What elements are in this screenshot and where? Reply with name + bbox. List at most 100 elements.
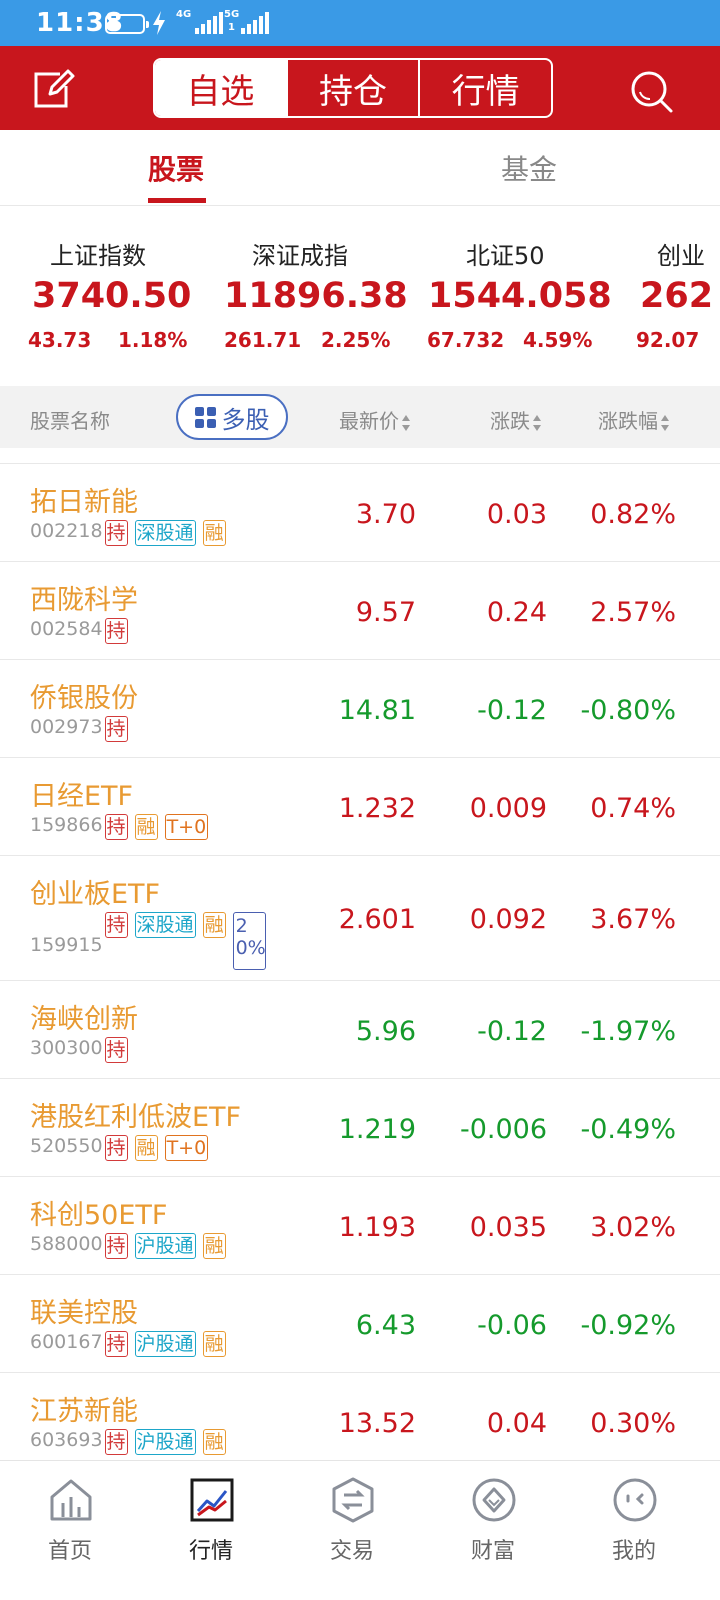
stock-code-line: 603693 持 沪股通 融	[30, 1429, 233, 1455]
table-row[interactable]: 创业板ETF 159915 持 深股通 融 20% 2.601 0.092 3.…	[0, 856, 720, 981]
stock-list[interactable]: 拓日新能 002218 持 深股通 融 3.70 0.03 0.82% 西陇科学…	[0, 448, 720, 1460]
index-change: 261.71	[224, 328, 302, 352]
nav-market[interactable]: 行情	[141, 1461, 281, 1600]
charging-bolt-icon	[153, 11, 165, 35]
stock-price: 9.57	[355, 597, 416, 628]
segment-market[interactable]: 行情	[418, 60, 551, 116]
stock-name: 创业板ETF	[30, 879, 161, 910]
stock-code-line: 520550 持 融 T+0	[30, 1135, 215, 1161]
stock-code: 159866	[30, 814, 103, 836]
column-pct-label: 涨跌幅	[598, 409, 658, 433]
tab-stock[interactable]: 股票	[148, 148, 204, 188]
tag-margin: 融	[134, 1135, 158, 1161]
nav-profile[interactable]: 我的	[564, 1461, 704, 1600]
signal-4g-icon	[195, 12, 223, 34]
stock-pct: -0.92%	[580, 1310, 676, 1341]
nav-wealth[interactable]: 财富	[423, 1461, 563, 1600]
tag-margin: 融	[134, 814, 158, 840]
edit-icon[interactable]	[30, 68, 76, 110]
bottom-nav: 首页 行情 交易 财富 我的	[0, 1460, 720, 1600]
stock-name: 联美控股	[30, 1298, 138, 1329]
tag-margin: 融	[202, 1233, 226, 1259]
index-value: 1544.058	[428, 276, 612, 316]
search-icon[interactable]	[628, 68, 674, 114]
tag-price-limit: 20%	[232, 912, 266, 970]
table-row[interactable]: 西陇科学 002584 持 9.57 0.24 2.57%	[0, 562, 720, 660]
stock-price: 1.232	[338, 793, 416, 824]
stock-code-line: 300300 持	[30, 1037, 135, 1063]
tag-connect: 沪股通	[134, 1233, 196, 1259]
tab-active-indicator	[148, 198, 206, 203]
tag-t-plus-zero: T+0	[164, 814, 209, 840]
tag-holding: 持	[104, 1331, 128, 1357]
sub-tabs: 股票 基金	[0, 130, 720, 206]
app-header: 自选 持仓 行情	[0, 46, 720, 130]
index-name: 上证指数	[50, 242, 146, 270]
table-row[interactable]: 联美控股 600167 持 沪股通 融 6.43 -0.06 -0.92%	[0, 1275, 720, 1373]
stock-name: 江苏新能	[30, 1396, 138, 1427]
tag-connect: 沪股通	[134, 1429, 196, 1455]
tag-holding: 持	[104, 618, 128, 644]
tab-fund[interactable]: 基金	[501, 148, 557, 188]
market-trend-icon	[190, 1478, 234, 1522]
index-change: 67.732	[427, 328, 505, 352]
tag-margin: 融	[202, 912, 226, 938]
nav-market-label: 行情	[188, 1539, 233, 1564]
multi-stock-button[interactable]: 多股	[176, 394, 288, 440]
stock-change: -0.006	[459, 1114, 547, 1145]
wealth-diamond-icon	[472, 1478, 516, 1522]
nav-trade[interactable]: 交易	[282, 1461, 422, 1600]
trade-exchange-icon	[332, 1477, 374, 1523]
table-row[interactable]: 侨银股份 002973 持 14.81 -0.12 -0.80%	[0, 660, 720, 758]
column-header: 股票名称 多股 最新价 涨跌 涨跌幅	[0, 386, 720, 448]
tag-margin: 融	[202, 520, 226, 546]
column-change-sort[interactable]: 涨跌	[490, 405, 541, 434]
home-chart-icon	[50, 1479, 92, 1521]
segment-holdings[interactable]: 持仓	[285, 60, 419, 116]
tag-margin: 融	[202, 1331, 226, 1357]
table-row[interactable]: 拓日新能 002218 持 深股通 融 3.70 0.03 0.82%	[0, 464, 720, 562]
signal-5g-icon	[241, 12, 269, 34]
nav-home[interactable]: 首页	[0, 1461, 140, 1600]
index-name: 深证成指	[252, 242, 348, 270]
index-name: 创业	[657, 242, 705, 270]
tag-margin: 融	[202, 1429, 226, 1455]
stock-price: 2.601	[338, 904, 416, 935]
table-row[interactable]: 江苏新能 603693 持 沪股通 融 13.52 0.04 0.30%	[0, 1373, 720, 1460]
stock-name: 海峡创新	[30, 1004, 138, 1035]
stock-code: 603693	[30, 1429, 103, 1451]
tag-holding: 持	[104, 1135, 128, 1161]
stock-name: 侨银股份	[30, 683, 138, 714]
column-stock-name: 股票名称	[30, 409, 110, 433]
stock-code-line: 159866 持 融 T+0	[30, 814, 215, 840]
profile-face-icon	[613, 1478, 657, 1522]
table-row[interactable]: 海峡创新 300300 持 5.96 -0.12 -1.97%	[0, 981, 720, 1079]
column-price-sort[interactable]: 最新价	[339, 405, 410, 434]
stock-change: 0.03	[486, 499, 547, 530]
index-strip[interactable]: 上证指数 3740.50 43.73 1.18% 深证成指 11896.38 2…	[0, 206, 720, 386]
table-row[interactable]: 日经ETF 159866 持 融 T+0 1.232 0.009 0.74%	[0, 758, 720, 856]
stock-pct: 0.74%	[590, 793, 676, 824]
segment-watchlist[interactable]: 自选	[155, 60, 286, 116]
stock-code: 588000	[30, 1233, 103, 1255]
stock-price: 6.43	[355, 1310, 416, 1341]
stock-change: -0.12	[477, 1016, 547, 1047]
index-pct: 4.59%	[523, 328, 593, 352]
segmented-control: 自选 持仓 行情	[153, 58, 553, 118]
status-bar: 11:38 4G 5G 1	[0, 0, 720, 46]
tag-connect: 深股通	[134, 912, 196, 938]
table-row-partial[interactable]	[0, 448, 720, 464]
stock-pct: -1.97%	[580, 1016, 676, 1047]
stock-code: 300300	[30, 1037, 103, 1059]
table-row[interactable]: 港股红利低波ETF 520550 持 融 T+0 1.219 -0.006 -0…	[0, 1079, 720, 1177]
network-5g-sub-label: 1	[228, 22, 235, 33]
stock-code-line: 588000 持 沪股通 融	[30, 1233, 233, 1259]
stock-change: 0.04	[486, 1408, 547, 1439]
stock-code-line: 600167 持 沪股通 融	[30, 1331, 233, 1357]
stock-code: 002218	[30, 520, 103, 542]
column-price-label: 最新价	[339, 409, 399, 433]
sort-arrows-icon	[661, 414, 669, 431]
column-pct-sort[interactable]: 涨跌幅	[598, 405, 669, 434]
table-row[interactable]: 科创50ETF 588000 持 沪股通 融 1.193 0.035 3.02%	[0, 1177, 720, 1275]
stock-name: 西陇科学	[30, 585, 138, 616]
